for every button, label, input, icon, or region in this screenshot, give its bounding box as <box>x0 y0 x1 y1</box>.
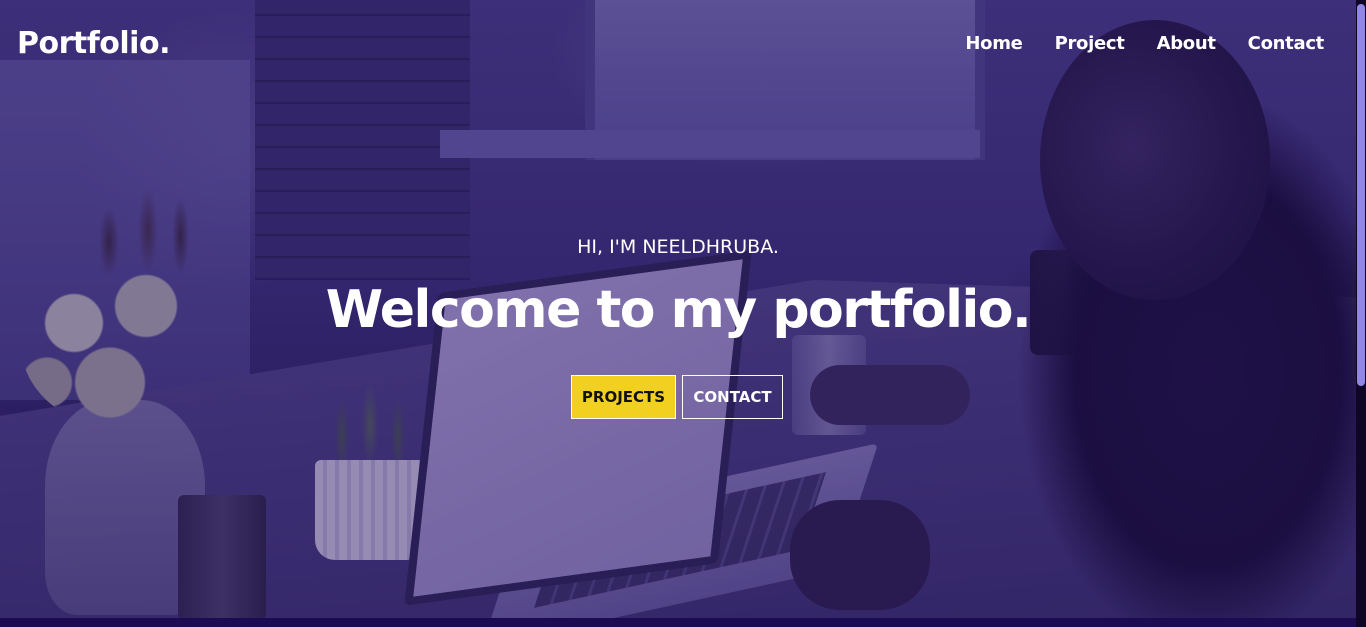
nav-link-about[interactable]: About <box>1157 33 1216 54</box>
hero-buttons: PROJECTS CONTACT <box>0 374 1356 419</box>
nav-link-contact[interactable]: Contact <box>1248 33 1325 54</box>
contact-button[interactable]: CONTACT <box>682 374 783 419</box>
nav-link-project[interactable]: Project <box>1055 33 1125 54</box>
scrollbar-track[interactable] <box>1356 0 1366 627</box>
nav-links: Home Project About Contact <box>965 33 1324 54</box>
navbar: Portfolio. Home Project About Contact <box>0 0 1356 90</box>
scrollbar-thumb[interactable] <box>1357 4 1365 386</box>
hero-content: HI, I'M NEELDHRUBA. Welcome to my portfo… <box>0 236 1356 419</box>
projects-button[interactable]: PROJECTS <box>571 374 676 419</box>
nav-link-home[interactable]: Home <box>965 33 1023 54</box>
hero-intro-text: HI, I'M NEELDHRUBA. <box>577 236 779 258</box>
hero-headline: Welcome to my portfolio. <box>325 280 1032 340</box>
page-viewport: Portfolio. Home Project About Contact HI… <box>0 0 1366 627</box>
logo-link[interactable]: Portfolio. <box>17 26 170 61</box>
next-section-edge <box>0 618 1356 627</box>
